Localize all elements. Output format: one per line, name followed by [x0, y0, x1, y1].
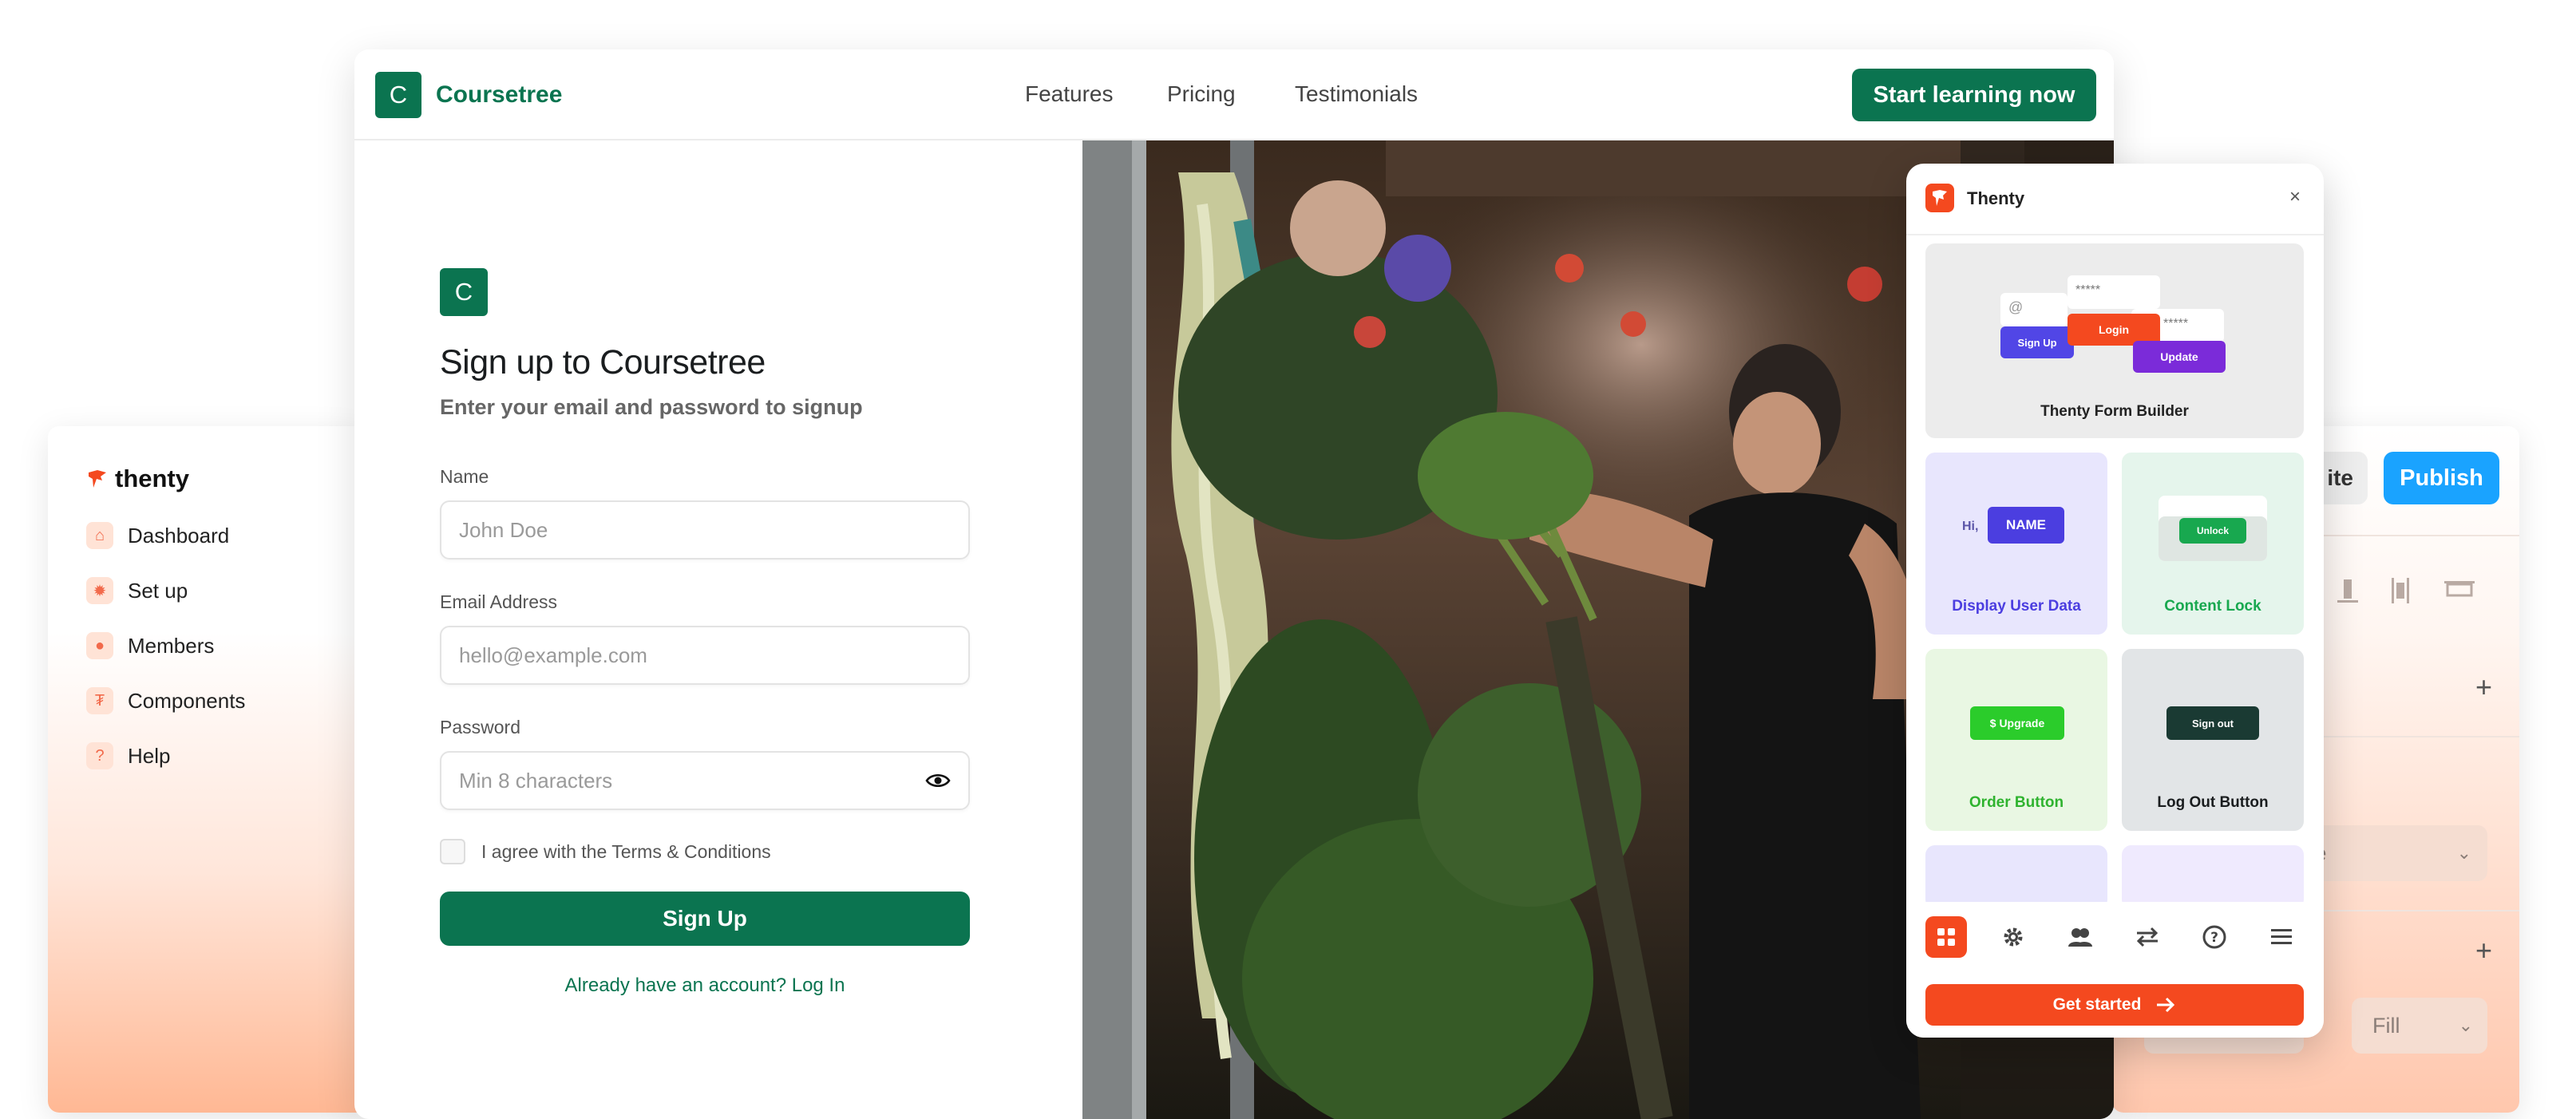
thenty-brand-name: thenty	[115, 465, 189, 492]
help-icon[interactable]: ?	[2194, 916, 2235, 958]
gear-icon: ✹	[86, 577, 113, 604]
name-placeholder: John Doe	[459, 517, 548, 542]
get-started-button[interactable]: Get started	[1925, 984, 2304, 1026]
sidebar-item-setup[interactable]: ✹ Set up	[86, 577, 188, 604]
popup-footer: ? Get started	[1906, 902, 2324, 1038]
component-card-order-button[interactable]: $ Upgrade Order Button	[1925, 649, 2107, 831]
password-placeholder: Min 8 characters	[459, 768, 613, 793]
component-card-content-lock[interactable]: Unlock Content Lock	[2122, 453, 2304, 635]
email-input[interactable]: hello@example.com	[440, 626, 970, 685]
sidebar-item-dashboard[interactable]: ⌂ Dashboard	[86, 522, 229, 549]
eye-icon[interactable]	[925, 772, 951, 789]
form-title: Sign up to Coursetree	[440, 343, 766, 382]
card-label: Order Button	[1969, 794, 2064, 811]
form-logo: C	[440, 268, 488, 316]
mini-input-stars: *****	[2068, 275, 2160, 309]
component-card-partial[interactable]	[2122, 845, 2304, 909]
users-icon[interactable]	[2060, 916, 2101, 958]
arrow-right-icon	[2157, 997, 2175, 1013]
sidebar-item-components[interactable]: ₮ Components	[86, 687, 245, 714]
component-card-display-user-data[interactable]: Hi, NAME Display User Data	[1925, 453, 2107, 635]
site-brand[interactable]: C Coursetree	[375, 72, 562, 118]
sidebar-item-label: Members	[128, 633, 215, 658]
home-icon: ⌂	[86, 522, 113, 549]
close-icon[interactable]: ×	[2289, 186, 2301, 208]
publish-button[interactable]: Publish	[2384, 452, 2499, 504]
thenty-logo-icon	[89, 470, 106, 488]
mini-input-at: @	[2000, 293, 2068, 326]
terms-checkbox[interactable]	[440, 839, 465, 864]
swap-icon[interactable]	[2127, 916, 2168, 958]
nav-testimonials[interactable]: Testimonials	[1295, 81, 1418, 107]
start-learning-button[interactable]: Start learning now	[1852, 69, 2096, 121]
mini-update-button: Update	[2133, 341, 2226, 373]
terms-label: I agree with the Terms & Conditions	[481, 840, 771, 862]
sidebar-item-label: Components	[128, 688, 246, 713]
name-chip: NAME	[1988, 507, 2064, 544]
upgrade-chip: $ Upgrade	[1970, 706, 2064, 740]
card-label: Content Lock	[2164, 598, 2261, 615]
password-input[interactable]: Min 8 characters	[440, 751, 970, 810]
greeting-text: Hi,	[1962, 520, 1979, 533]
thenty-logo-icon	[1925, 184, 1954, 212]
signup-button[interactable]: Sign Up	[440, 892, 970, 946]
sidebar-item-label: Set up	[128, 578, 188, 603]
site-header: C Coursetree Features Pricing Testimonia…	[354, 49, 2114, 140]
user-icon: ●	[86, 632, 113, 659]
menu-icon[interactable]	[2261, 916, 2302, 958]
signup-form: C Sign up to Coursetree Enter your email…	[440, 268, 970, 997]
fill-select-value: Fill	[2372, 1013, 2400, 1038]
terms-row: I agree with the Terms & Conditions	[440, 839, 970, 864]
add-icon[interactable]: +	[2475, 670, 2492, 704]
question-icon: ?	[86, 742, 113, 769]
nav-features[interactable]: Features	[1025, 81, 1114, 107]
password-label: Password	[440, 717, 520, 737]
sign-out-chip: Sign out	[2166, 706, 2259, 740]
card-label: Thenty Form Builder	[2040, 403, 2189, 420]
brand-name: Coursetree	[436, 81, 563, 108]
chevron-down-icon: ⌄	[2458, 1015, 2473, 1035]
card-label: Log Out Button	[2157, 794, 2269, 811]
unlock-chip: Unlock	[2179, 518, 2246, 544]
login-link[interactable]: Already have an account? Log In	[440, 975, 970, 997]
email-placeholder: hello@example.com	[459, 643, 647, 667]
popup-title: Thenty	[1967, 188, 2025, 208]
popup-header: Thenty ×	[1906, 164, 2324, 235]
grid-icon[interactable]	[1925, 916, 1967, 958]
sidebar-item-help[interactable]: ? Help	[86, 742, 170, 769]
sidebar-item-label: Help	[128, 743, 171, 768]
card-label: Display User Data	[1952, 598, 2081, 615]
gear-icon[interactable]	[1992, 916, 2034, 958]
svg-text:?: ?	[2210, 930, 2218, 946]
get-started-label: Get started	[2052, 995, 2142, 1014]
chevron-down-icon: ⌄	[2456, 843, 2471, 863]
component-card-partial[interactable]	[1925, 845, 2107, 909]
form-subtitle: Enter your email and password to signup	[440, 395, 863, 419]
nav-pricing[interactable]: Pricing	[1167, 81, 1236, 107]
thenty-extension-popup: Thenty × @ ***** ***** Sign Up Login Upd…	[1906, 164, 2324, 1038]
thenty-logo: thenty	[86, 465, 189, 493]
add-icon[interactable]: +	[2475, 934, 2492, 967]
thenty-dashboard-panel: thenty ⌂ Dashboard ✹ Set up ● Members ₮ …	[48, 426, 367, 1113]
sidebar-item-members[interactable]: ● Members	[86, 632, 214, 659]
sidebar-item-label: Dashboard	[128, 523, 230, 548]
coursetree-logo: C	[375, 72, 421, 118]
mini-signup-button: Sign Up	[2000, 326, 2074, 358]
name-input[interactable]: John Doe	[440, 500, 970, 560]
name-label: Name	[440, 466, 489, 487]
fill-select[interactable]: Fill ⌄	[2352, 998, 2487, 1054]
component-card-form-builder[interactable]: @ ***** ***** Sign Up Login Update Thent…	[1925, 243, 2304, 438]
alignment-icons	[2296, 578, 2475, 603]
thenty-icon: ₮	[86, 687, 113, 714]
email-label: Email Address	[440, 591, 558, 612]
coursetree-window: C Coursetree Features Pricing Testimonia…	[354, 49, 2114, 1119]
component-card-log-out-button[interactable]: Sign out Log Out Button	[2122, 649, 2304, 831]
